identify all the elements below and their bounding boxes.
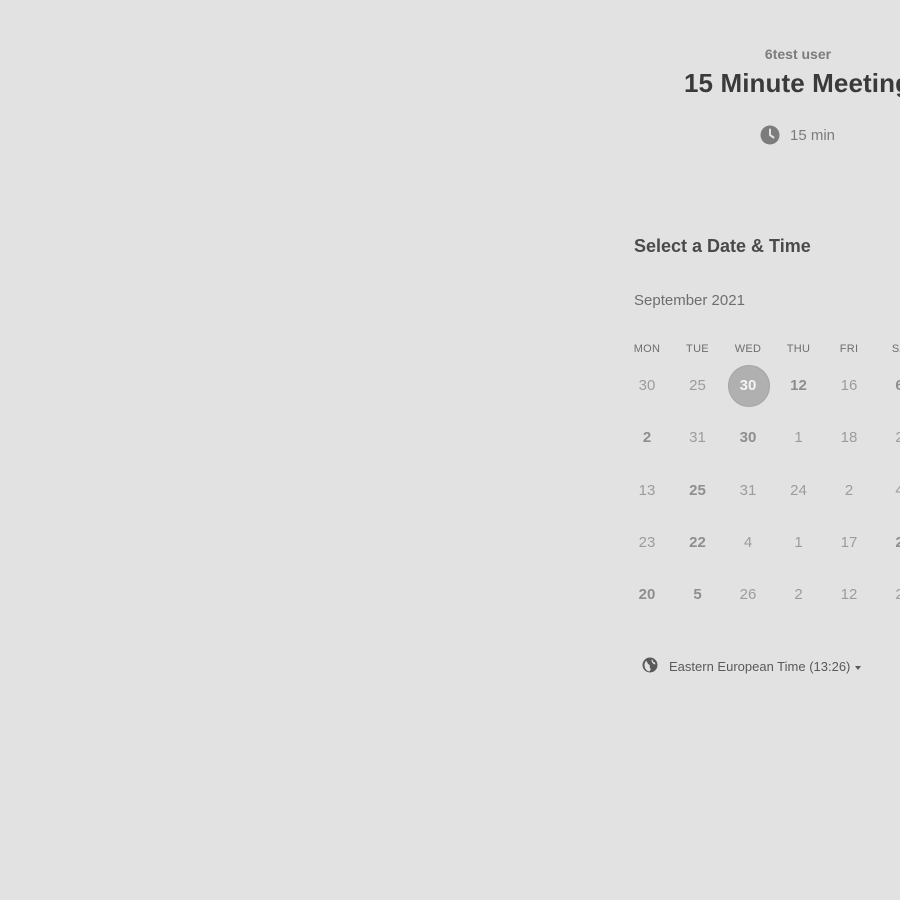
calendar-day-number: 2 (844, 481, 854, 499)
calendar-day: 1 (774, 416, 824, 460)
calendar-day-number: 5 (693, 586, 702, 604)
calendar-day-number: 2 (895, 533, 900, 551)
calendar-day: 24 (774, 469, 824, 513)
calendar-day[interactable]: 6 (875, 364, 900, 408)
weekday-thu: THU (786, 343, 811, 355)
calendar-day-number: 4 (895, 481, 900, 499)
calendar-day: 2 (824, 469, 874, 513)
select-date-heading: Select a Date & Time (634, 236, 811, 256)
calendar-day-number: 31 (739, 481, 757, 499)
calendar-day-number: 30 (638, 377, 656, 394)
calendar-day: 31 (673, 416, 723, 460)
weekday-mon: MON (633, 343, 661, 355)
calendar-day: 18 (824, 416, 874, 460)
calendar-day: 16 (824, 364, 874, 408)
event-title: 15 Minute Meeting (684, 68, 900, 98)
calendar-day: 2 (875, 416, 900, 460)
calendar-day-number: 18 (840, 429, 858, 447)
calendar-day-number: 13 (638, 481, 656, 499)
calendar-day-number: 23 (638, 533, 656, 551)
calendar-day: 30 (622, 364, 672, 408)
weekday-sa: SA (891, 343, 900, 355)
calendar-day-number: 20 (638, 586, 656, 604)
calendar-day-number: 16 (840, 377, 858, 394)
calendar-day: 2 (875, 573, 900, 617)
weekday-wed: WED (734, 343, 762, 355)
calendar-day: 23 (622, 521, 672, 565)
calendar-day-number: 1 (794, 533, 803, 551)
calendar-day: 13 (622, 469, 672, 513)
calendar-day-number: 4 (743, 533, 753, 551)
clock-icon (760, 125, 780, 145)
calendar-day-selected[interactable]: 30 (723, 364, 773, 408)
calendar-day-number: 2 (642, 429, 652, 447)
month-label: September 2021 (634, 292, 745, 309)
calendar-day: 4 (723, 521, 773, 565)
calendar-day[interactable]: 2 (875, 521, 900, 565)
calendar-day-number: 30 (739, 377, 757, 394)
calendar-day-number: 2 (794, 586, 803, 604)
calendar-day[interactable]: 12 (774, 364, 824, 408)
calendar-day-number: 25 (689, 481, 706, 499)
weekday-fri: FRI (839, 343, 859, 355)
calendar-day-number: 17 (840, 533, 858, 551)
calendar-day: 26 (723, 573, 773, 617)
calendar-day: 17 (824, 521, 874, 565)
calendar-day-number: 30 (739, 429, 757, 447)
calendar-day-number: 12 (840, 586, 858, 604)
timezone-selector[interactable]: Eastern European Time (13:26) (642, 657, 862, 676)
calendar-day-number: 2 (895, 429, 900, 447)
calendar-day-number: 1 (794, 429, 803, 447)
calendar-day: 12 (824, 573, 874, 617)
event-duration: 15 min (760, 125, 835, 145)
calendar-day: 1 (774, 521, 824, 565)
calendar-day-number: 2 (895, 586, 900, 604)
duration-label: 15 min (790, 126, 836, 144)
timezone-label: Eastern European Time (13:26) (669, 659, 851, 674)
calendar-day: 2 (774, 573, 824, 617)
calendar-day[interactable]: 22 (673, 521, 723, 565)
calendar-day[interactable]: 30 (723, 416, 773, 460)
calendar-day: 4 (875, 469, 900, 513)
booking-page: 6test user 15 Minute Meeting 15 min Sele… (0, 0, 900, 900)
calendar-day[interactable]: 2 (622, 416, 672, 460)
calendar-day-number: 31 (689, 429, 706, 447)
calendar-day-number: 25 (689, 377, 706, 394)
calendar-day-number: 22 (689, 533, 706, 551)
calendar-day: 25 (673, 364, 723, 408)
calendar-day: 31 (723, 469, 773, 513)
calendar-day[interactable]: 20 (622, 573, 672, 617)
calendar-day-number: 6 (895, 377, 900, 394)
caret-down-icon (855, 665, 862, 670)
calendar-day[interactable]: 5 (673, 573, 723, 617)
calendar-day-number: 26 (739, 586, 757, 604)
calendar-day-number: 12 (790, 377, 807, 394)
weekday-tue: TUE (686, 343, 709, 355)
calendar-day[interactable]: 25 (673, 469, 723, 513)
calendar-day-number: 24 (790, 481, 807, 499)
globe-icon (642, 657, 658, 676)
organizer-name: 6test user (764, 46, 832, 62)
